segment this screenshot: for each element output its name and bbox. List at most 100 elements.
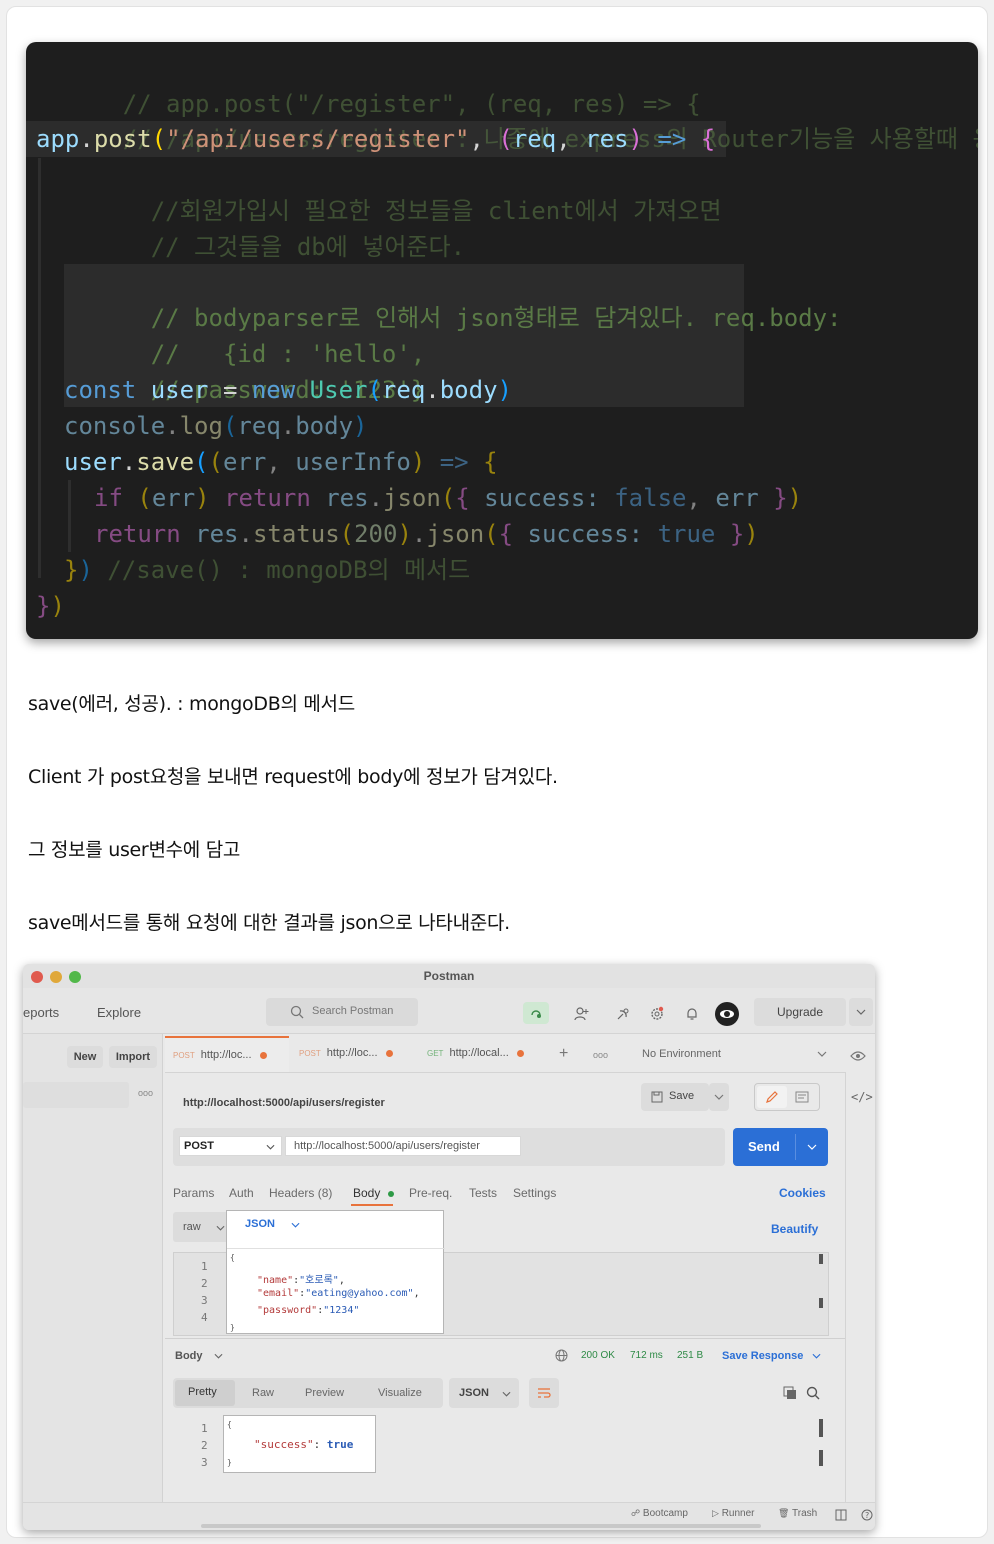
tab-body[interactable]: Body bbox=[353, 1186, 394, 1200]
tab-auth[interactable]: Auth bbox=[229, 1186, 254, 1200]
tab-3[interactable]: GET http://local... bbox=[419, 1036, 543, 1072]
new-button[interactable]: New bbox=[67, 1046, 103, 1068]
save-dropdown[interactable] bbox=[709, 1083, 729, 1111]
tab-1[interactable]: POST http://loc... bbox=[165, 1036, 289, 1072]
code-line-16: }) bbox=[36, 592, 65, 620]
nav-explore[interactable]: Explore bbox=[97, 1005, 141, 1020]
environment-eye-icon[interactable] bbox=[850, 1050, 866, 1062]
notifications-bell-icon[interactable] bbox=[684, 1006, 700, 1022]
request-json-highlight: JSON { "name":"호로록", "email":"eating@yah… bbox=[226, 1210, 445, 1334]
body-format-select[interactable]: JSON bbox=[227, 1211, 445, 1249]
import-button[interactable]: Import bbox=[109, 1046, 157, 1068]
response-size[interactable]: 251 B bbox=[677, 1350, 703, 1361]
search-icon[interactable] bbox=[806, 1386, 820, 1400]
tab-prereq[interactable]: Pre-req. bbox=[409, 1186, 452, 1200]
tab-params[interactable]: Params bbox=[173, 1186, 214, 1200]
response-json-highlight: { "success": true } bbox=[223, 1415, 376, 1473]
settings-gear-icon[interactable] bbox=[649, 1006, 665, 1022]
upgrade-button[interactable]: Upgrade bbox=[754, 998, 846, 1026]
url-input[interactable]: http://localhost:5000/api/users/register bbox=[285, 1136, 521, 1156]
response-divider bbox=[165, 1338, 845, 1339]
code-line-11: console.log(req.body) bbox=[64, 412, 368, 440]
code-line-15: }) //save() : mongoDB의 메서드 bbox=[64, 556, 471, 584]
pencil-icon bbox=[766, 1091, 778, 1103]
tab-2-method: POST bbox=[299, 1049, 321, 1058]
method-label: POST bbox=[184, 1140, 214, 1152]
save-button[interactable]: Save bbox=[641, 1083, 709, 1111]
tab-more-icon[interactable]: ooo bbox=[593, 1050, 608, 1060]
layout-toggle-icon[interactable] bbox=[835, 1509, 847, 1521]
avatar[interactable] bbox=[715, 1002, 739, 1026]
save-response-button[interactable]: Save Response bbox=[722, 1350, 821, 1362]
response-format-select[interactable]: JSON bbox=[449, 1378, 519, 1408]
code-line-7: // bodyparser로 인해서 json형태로 담겨있다. req.bod… bbox=[150, 304, 842, 332]
paragraph-json-result: save메서드를 통해 요청에 대한 결과를 json으로 나타내준다. bbox=[28, 912, 510, 934]
environment-select[interactable]: No Environment bbox=[627, 1037, 833, 1071]
indent-guide bbox=[68, 480, 71, 552]
chevron-down-icon bbox=[817, 1051, 827, 1057]
invite-user-icon[interactable] bbox=[573, 1006, 589, 1022]
response-scrollbar[interactable] bbox=[819, 1450, 823, 1466]
globe-icon[interactable] bbox=[555, 1349, 568, 1362]
method-select[interactable]: POST bbox=[179, 1136, 282, 1156]
upgrade-dropdown[interactable] bbox=[849, 998, 873, 1026]
line-number: 1 bbox=[201, 1422, 208, 1435]
unsaved-dot bbox=[385, 1049, 393, 1057]
response-time[interactable]: 712 ms bbox=[630, 1350, 663, 1361]
sidebar-more-icon[interactable]: ooo bbox=[138, 1088, 153, 1098]
code-line-13: if (err) return res.json({ success: fals… bbox=[94, 484, 803, 512]
satellite-icon[interactable] bbox=[615, 1006, 631, 1022]
tab-tests[interactable]: Tests bbox=[469, 1186, 497, 1200]
response-body-label: Body bbox=[175, 1350, 203, 1362]
help-icon[interactable]: ? bbox=[861, 1509, 873, 1521]
tab-2[interactable]: POST http://loc... bbox=[291, 1036, 417, 1072]
search-placeholder: Search Postman bbox=[312, 1005, 394, 1017]
cookies-link[interactable]: Cookies bbox=[779, 1186, 826, 1200]
edit-mode-button[interactable] bbox=[757, 1086, 787, 1108]
tab-preview[interactable]: Preview bbox=[305, 1387, 344, 1399]
copy-icon[interactable] bbox=[783, 1386, 797, 1400]
body-active-dot bbox=[387, 1190, 394, 1197]
body-type-select[interactable]: raw bbox=[173, 1212, 229, 1242]
bootcamp-button[interactable]: ☍ Bootcamp bbox=[631, 1508, 688, 1519]
tab-raw[interactable]: Raw bbox=[252, 1387, 274, 1399]
chevron-down-icon bbox=[266, 1144, 275, 1150]
send-button[interactable]: Send bbox=[733, 1128, 828, 1166]
sync-status-icon[interactable] bbox=[523, 1002, 549, 1024]
beautify-link[interactable]: Beautify bbox=[771, 1222, 818, 1236]
tab-visualize[interactable]: Visualize bbox=[378, 1387, 422, 1399]
runner-button[interactable]: ▷ Runner bbox=[712, 1508, 755, 1519]
code-line-2: // /api/users/register : 나중에 express의 Ro… bbox=[122, 125, 978, 153]
tab-headers[interactable]: Headers (8) bbox=[269, 1186, 332, 1200]
code-snippet-icon[interactable]: </> bbox=[851, 1090, 873, 1104]
sidebar-filter-input[interactable] bbox=[23, 1082, 129, 1108]
documentation-icon[interactable] bbox=[795, 1091, 809, 1103]
response-body-select[interactable]: Body bbox=[175, 1350, 223, 1362]
new-tab-button[interactable]: + bbox=[559, 1045, 568, 1063]
json-line-name: "name":"호로록", bbox=[257, 1275, 345, 1286]
line-number: 3 bbox=[201, 1456, 208, 1469]
response-format-label: JSON bbox=[459, 1387, 489, 1399]
tab-2-label: http://loc... bbox=[326, 1047, 378, 1059]
response-scrollbar[interactable] bbox=[819, 1419, 823, 1437]
tab-divider bbox=[165, 1072, 845, 1073]
request-title: http://localhost:5000/api/users/register bbox=[183, 1097, 385, 1109]
tab-settings[interactable]: Settings bbox=[513, 1186, 556, 1200]
editor-scrollbar[interactable] bbox=[819, 1254, 823, 1264]
line-number: 2 bbox=[201, 1439, 208, 1452]
line-number: 2 bbox=[201, 1277, 208, 1290]
paragraph-save-method: save(에러, 성공). : mongoDB의 메서드 bbox=[28, 693, 355, 715]
paragraph-client-post: Client 가 post요청을 보내면 request에 body에 정보가 … bbox=[28, 766, 558, 788]
horizontal-scrollbar[interactable] bbox=[201, 1524, 761, 1528]
search-input[interactable]: Search Postman bbox=[266, 998, 418, 1026]
nav-reports[interactable]: eports bbox=[23, 1005, 59, 1020]
response-status[interactable]: 200 OK bbox=[581, 1350, 615, 1361]
wrap-lines-button[interactable] bbox=[529, 1378, 559, 1408]
json-open-brace: { bbox=[227, 1420, 232, 1429]
body-format-label: JSON bbox=[245, 1218, 275, 1230]
trash-button[interactable]: 🗑 Trash bbox=[778, 1508, 817, 1519]
paragraph-user-variable: 그 정보를 user변수에 담고 bbox=[28, 839, 241, 861]
tab-pretty[interactable]: Pretty bbox=[175, 1380, 235, 1406]
editor-scrollbar[interactable] bbox=[819, 1298, 823, 1308]
code-line-4: //회원가입시 필요한 정보들을 client에서 가져오면 bbox=[150, 197, 722, 225]
